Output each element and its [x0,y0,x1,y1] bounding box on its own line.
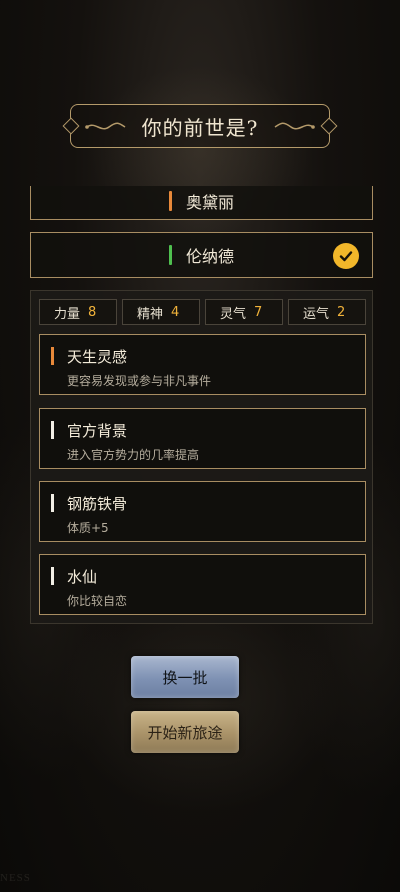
trait-description: 你比较自恋 [67,594,128,608]
stat-spirit: 精神 4 [122,299,200,325]
stat-label: 精神 [137,306,164,322]
trait-name: 水仙 [67,568,98,586]
stat-label: 运气 [303,306,330,322]
stats-row: 力量 8 精神 4 灵气 7 运气 2 [39,299,366,325]
left-flourish-icon [85,122,126,130]
name-option-audrey[interactable]: 奥黛丽 [30,186,373,220]
trait-card[interactable]: 水仙 你比较自恋 [39,554,366,615]
stat-value: 7 [254,304,263,320]
trait-color-bar [51,421,54,439]
trait-card[interactable]: 钢筋铁骨 体质+5 [39,481,366,542]
trait-card[interactable]: 天生灵感 更容易发现或参与非凡事件 [39,334,366,395]
refresh-button[interactable]: 换一批 [131,656,239,698]
stat-aura: 灵气 7 [205,299,283,325]
page-title: 你的前世是? [141,115,259,140]
trait-description: 更容易发现或参与非凡事件 [67,374,212,388]
watermark: NESS [0,872,31,884]
trait-card[interactable]: 官方背景 进入官方势力的几率提高 [39,408,366,469]
name-label: 伦纳德 [185,247,234,266]
checkmark-icon [333,243,359,269]
trait-description: 体质+5 [67,521,109,535]
stat-luck: 运气 2 [288,299,366,325]
trait-color-bar [51,494,54,512]
stat-strength: 力量 8 [39,299,117,325]
stat-label: 力量 [54,306,81,322]
right-flourish-icon [274,122,315,130]
stat-label: 灵气 [220,306,247,322]
stat-value: 2 [337,304,346,320]
attribute-panel: 力量 8 精神 4 灵气 7 运气 2 天生灵感 更容易发现或参与非凡事件 官方… [30,290,373,624]
trait-name: 钢筋铁骨 [67,495,128,513]
stat-value: 4 [171,304,180,320]
name-label: 奥黛丽 [185,192,234,212]
trait-color-bar [51,567,54,585]
start-journey-button[interactable]: 开始新旅途 [131,711,239,753]
trait-name: 天生灵感 [67,348,128,366]
title-banner: 你的前世是? [70,104,330,148]
trait-description: 进入官方势力的几率提高 [67,448,200,462]
name-color-bar [168,245,172,265]
trait-color-bar [51,347,54,365]
stat-value: 8 [88,304,97,320]
name-color-bar [168,190,172,211]
trait-name: 官方背景 [67,422,128,440]
name-option-leonard[interactable]: 伦纳德 [30,232,373,278]
